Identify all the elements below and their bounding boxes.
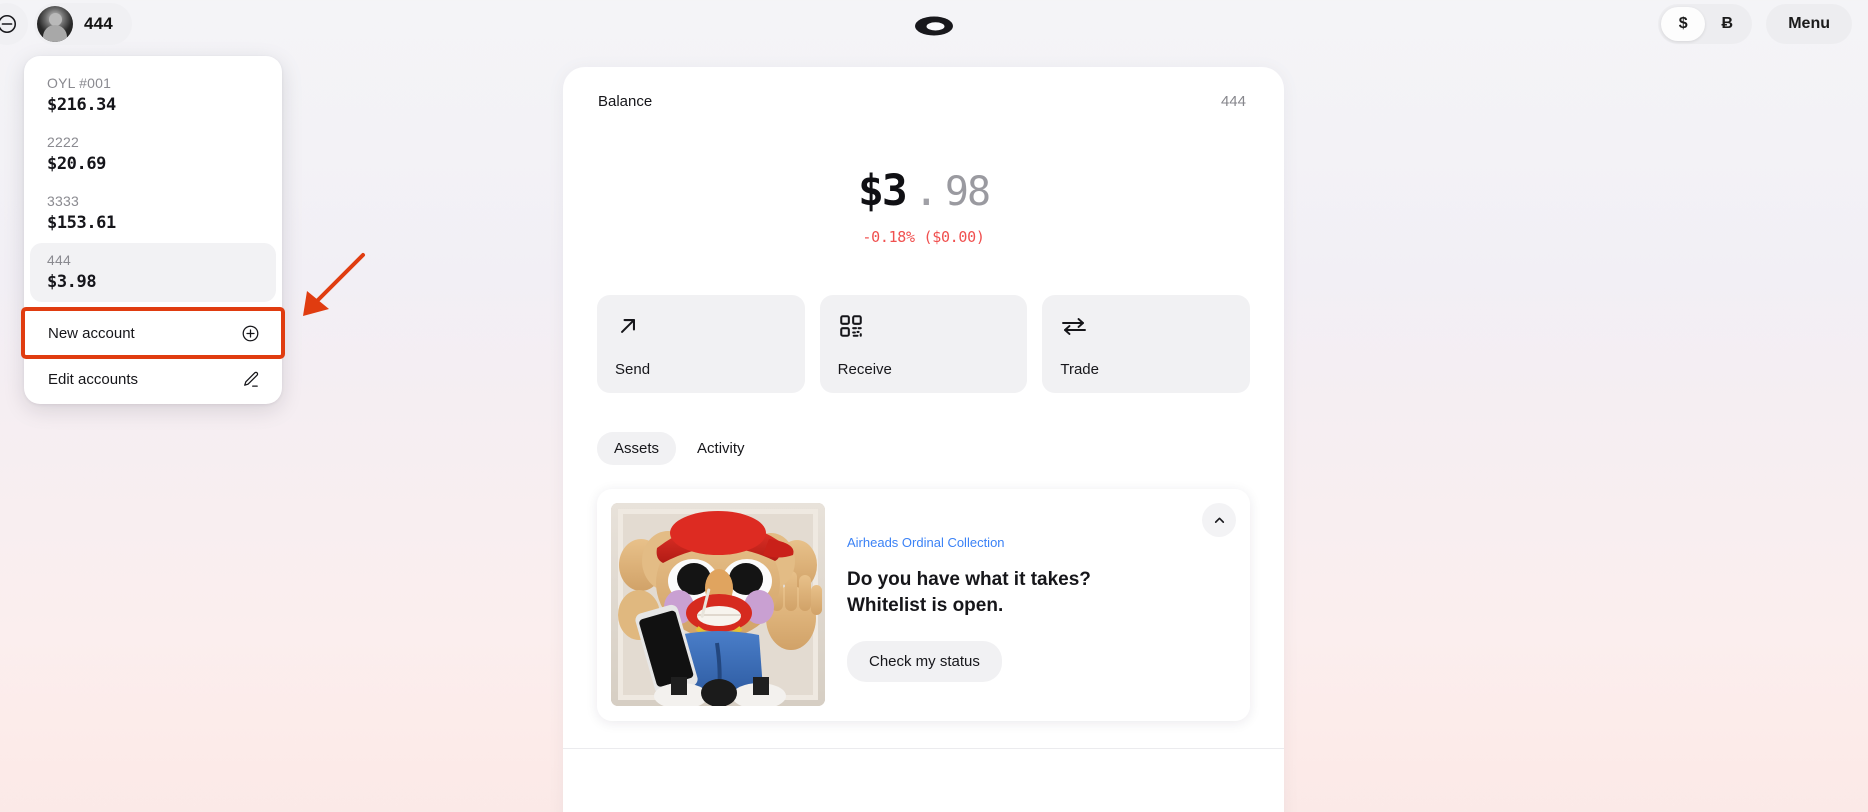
account-name: 2222 — [47, 134, 79, 150]
new-account-label: New account — [48, 324, 135, 342]
promo-title: Do you have what it takes? Whitelist is … — [847, 567, 1091, 619]
balance-card-header: Balance 444 — [563, 67, 1284, 110]
account-name: 3333 — [47, 193, 79, 209]
plus-circle-icon — [240, 323, 260, 343]
annotation-arrow — [296, 248, 370, 327]
help-circle-icon[interactable] — [0, 3, 28, 45]
tab-activity[interactable]: Activity — [680, 432, 762, 465]
avatar — [37, 6, 73, 42]
check-my-status-label: Check my status — [869, 653, 980, 671]
menu-button[interactable]: Menu — [1766, 4, 1852, 44]
trade-label: Trade — [1060, 361, 1099, 378]
promo-title-line-2: Whitelist is open. — [847, 595, 1004, 617]
balance-change: -0.18% ($0.00) — [862, 228, 985, 246]
account-switcher-pill[interactable]: 444 — [34, 3, 132, 45]
oval-ring-logo-icon[interactable] — [913, 14, 955, 43]
currency-option-btc-label: Ƀ — [1721, 15, 1733, 32]
receive-button[interactable]: Receive — [819, 295, 1028, 393]
list-item[interactable]: 3333 $153.61 — [30, 184, 276, 243]
edit-accounts-button[interactable]: Edit accounts — [24, 356, 282, 402]
header-right-group: $ Ƀ Menu — [1658, 4, 1852, 44]
account-dropdown-menu: OYL #001 $216.34 2222 $20.69 3333 $153.6… — [21, 56, 285, 404]
qr-code-icon — [838, 312, 1010, 340]
balance-label: Balance — [598, 93, 653, 110]
account-name: 444 — [47, 252, 71, 268]
wallet-main-card: Balance 444 $3 . 98 -0.18% ($0.00) Send — [563, 67, 1284, 812]
list-item[interactable]: 2222 $20.69 — [30, 125, 276, 184]
balance-amount-fraction: 98 — [944, 169, 991, 215]
list-item-selected[interactable]: 444 $3.98 — [30, 243, 276, 302]
account-balance: $153.61 — [47, 213, 116, 233]
tab-assets[interactable]: Assets — [597, 432, 677, 465]
swap-arrows-icon — [1060, 312, 1232, 340]
arrow-up-right-icon — [615, 312, 787, 340]
currency-option-usd-label: $ — [1678, 15, 1688, 32]
account-balance: $3.98 — [47, 272, 97, 292]
send-button[interactable]: Send — [597, 295, 805, 393]
tab-activity-label: Activity — [697, 440, 745, 457]
asset-promo-card: Airheads Ordinal Collection Do you have … — [597, 489, 1250, 721]
assets-activity-tabs: Assets Activity — [563, 393, 1284, 465]
new-account-button[interactable]: New account — [21, 307, 285, 359]
currency-toggle[interactable]: $ Ƀ — [1658, 4, 1753, 44]
currency-option-btc[interactable]: Ƀ — [1705, 7, 1749, 41]
check-my-status-button[interactable]: Check my status — [847, 641, 1002, 683]
account-name: OYL #001 — [47, 75, 112, 91]
balance-amount-separator: . — [913, 166, 939, 216]
receive-label: Receive — [837, 361, 892, 378]
divider — [24, 302, 282, 304]
balance-amount-integer: $3 — [857, 166, 908, 216]
account-balance: $20.69 — [47, 154, 107, 174]
edit-accounts-label: Edit accounts — [48, 370, 139, 388]
top-header: 444 $ Ƀ Menu — [0, 0, 1868, 48]
potato-head-nft-thumbnail[interactable] — [611, 503, 825, 706]
send-label: Send — [615, 361, 651, 378]
pencil-icon — [240, 369, 260, 389]
menu-button-label: Menu — [1788, 15, 1830, 32]
chevron-up-icon[interactable] — [1202, 503, 1236, 537]
balance-amount: $3 . 98 — [563, 166, 1284, 216]
balance-account-name: 444 — [1220, 93, 1246, 110]
collection-link[interactable]: Airheads Ordinal Collection — [847, 535, 1091, 550]
asset-promo-info: Airheads Ordinal Collection Do you have … — [847, 503, 1091, 707]
account-balance: $216.34 — [47, 95, 116, 115]
divider — [563, 748, 1284, 749]
tab-assets-label: Assets — [614, 440, 660, 457]
account-pill-label: 444 — [84, 14, 113, 33]
header-left-group: 444 — [0, 3, 132, 45]
quick-actions-row: Send Receive Trade — [563, 246, 1284, 393]
list-item[interactable]: OYL #001 $216.34 — [30, 66, 276, 125]
promo-title-line-1: Do you have what it takes? — [847, 569, 1091, 590]
trade-button[interactable]: Trade — [1042, 295, 1251, 393]
currency-option-usd[interactable]: $ — [1661, 7, 1706, 41]
